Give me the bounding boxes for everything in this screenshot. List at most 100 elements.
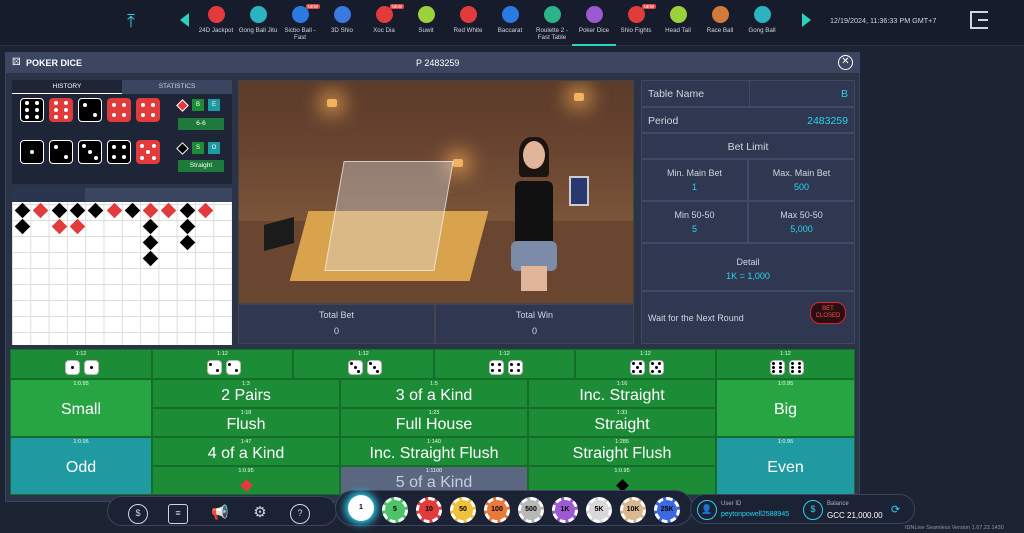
total-bet-label: Total Bet: [318, 310, 355, 320]
game-tab[interactable]: Baccarat: [488, 4, 532, 46]
chip-10K[interactable]: 10K: [620, 497, 646, 523]
exit-icon[interactable]: [970, 11, 988, 29]
history-list-icon[interactable]: ≡: [168, 504, 188, 524]
bet-pair-5[interactable]: 1:12: [575, 349, 716, 379]
total-bet-box: Total Bet 0: [238, 304, 435, 344]
user-id-label: User ID: [721, 501, 742, 507]
chip-5K[interactable]: 5K: [586, 497, 612, 523]
bet-pair-2[interactable]: 1:12: [152, 349, 293, 379]
road-tab[interactable]: [12, 188, 85, 202]
bet-even[interactable]: 1:0.95 Even: [716, 437, 855, 495]
tab-statistics[interactable]: STATISTICS: [122, 80, 232, 94]
bet-four-kind[interactable]: 1:47 4 of a Kind: [152, 437, 340, 466]
game-icon: [501, 6, 519, 23]
die-icon: [366, 360, 382, 375]
black-odds: 1:0.95: [614, 468, 630, 474]
chip-10[interactable]: 10: [416, 497, 442, 523]
game-icon: [585, 6, 603, 23]
black-road-icon: [142, 250, 159, 267]
bet-small[interactable]: 1:0.95 Small: [10, 379, 152, 437]
game-tab[interactable]: 3D Shio: [320, 4, 364, 46]
scroll-top-icon[interactable]: ⤒: [122, 11, 140, 33]
bet-three-kind[interactable]: 1:5 3 of a Kind: [340, 379, 528, 408]
die-icon: [107, 98, 131, 122]
nav-prev-arrow-icon[interactable]: [180, 13, 189, 27]
chip-1[interactable]: 1: [348, 495, 374, 521]
game-tab[interactable]: Gong Ball: [740, 4, 784, 46]
pair-odds: 1:12: [217, 351, 228, 357]
user-id-value: peytonpowell2588945: [721, 511, 790, 518]
help-icon[interactable]: ?: [290, 504, 310, 524]
bottom-menu: $ ≡ 📢 ⚙ ?: [107, 496, 337, 526]
video-sign: [569, 176, 589, 206]
inc-straight-label: Inc. Straight: [579, 387, 665, 404]
bet-inc-straight-flush[interactable]: 1:140 Inc. Straight Flush: [340, 437, 528, 466]
bet-pair-4[interactable]: 1:12: [434, 349, 575, 379]
bet-straight-flush[interactable]: 1:285 Straight Flush: [528, 437, 716, 466]
road-tab[interactable]: [85, 188, 158, 202]
close-icon[interactable]: ✕: [838, 55, 853, 70]
game-tab[interactable]: Sicbo Ball - Fast NEW: [278, 4, 322, 46]
chip-5[interactable]: 5: [382, 497, 408, 523]
black-road-icon: [124, 202, 141, 219]
bet-two-pairs[interactable]: 1:3 2 Pairs: [152, 379, 340, 408]
dealer: [509, 137, 559, 291]
road-tab[interactable]: [158, 188, 231, 202]
bet-flush[interactable]: 1:18 Flush: [152, 408, 340, 437]
badge-odd: O: [208, 142, 220, 154]
total-win-box: Total Win 0: [435, 304, 634, 344]
period-label: Period: [648, 115, 679, 127]
betting-board: 1:0.95 Small 1:3 2 Pairs 1:5 3 of a Kind…: [10, 349, 855, 495]
bet-inc-straight[interactable]: 1:16 Inc. Straight: [528, 379, 716, 408]
bet-pair-3[interactable]: 1:12: [293, 349, 434, 379]
game-label: Gong Ball: [748, 27, 776, 34]
game-tab[interactable]: Head Tail: [656, 4, 700, 46]
die-icon: [206, 360, 222, 375]
game-tab[interactable]: Red White: [446, 4, 490, 46]
game-label: Suwit: [418, 27, 434, 34]
chip-1K[interactable]: 1K: [552, 497, 578, 523]
die-icon: [84, 360, 99, 375]
panel-header: ⚄ POKER DICE P 2483259 ✕: [6, 53, 859, 73]
chip-25K[interactable]: 25K: [654, 497, 680, 523]
game-label: Red White: [453, 27, 483, 34]
gear-icon[interactable]: ⚙: [250, 504, 270, 524]
bet-big[interactable]: 1:0.95 Big: [716, 379, 855, 437]
bet-pair-6[interactable]: 1:12: [716, 349, 855, 379]
bet-full-house[interactable]: 1:23 Full House: [340, 408, 528, 437]
min-5050-cell: Min 50-50 5: [641, 201, 748, 243]
bet-odd[interactable]: 1:0.95 Odd: [10, 437, 152, 495]
chip-100[interactable]: 100: [484, 497, 510, 523]
die-icon: [49, 140, 73, 164]
top-nav-bar: ⤒ 24D Jackpot Gong Ball Jitu Sicbo Ball - …: [0, 0, 1024, 46]
dollar-icon[interactable]: $: [128, 504, 148, 524]
refresh-icon[interactable]: ⟳: [891, 503, 900, 516]
red-road-icon: [33, 202, 49, 219]
game-tab[interactable]: Shio Fights NEW: [614, 4, 658, 46]
badge-big: B: [192, 99, 204, 111]
two-pairs-label: 2 Pairs: [221, 387, 271, 404]
red-road-icon: [161, 202, 177, 219]
game-tab[interactable]: Xoc Dia NEW: [362, 4, 406, 46]
game-tab[interactable]: Race Ball: [698, 4, 742, 46]
bet-pair-1[interactable]: 1:12: [10, 349, 152, 379]
min-main-label: Min. Main Bet: [666, 168, 723, 178]
game-icon: [669, 6, 687, 23]
game-tab[interactable]: Roulette 2 - Fast Table: [530, 4, 574, 46]
tab-history[interactable]: HISTORY: [12, 80, 122, 94]
pair-odds: 1:12: [499, 351, 510, 357]
total-win-label: Total Win: [515, 310, 553, 320]
big-odds: 1:0.95: [777, 381, 794, 387]
chip-50[interactable]: 50: [450, 497, 476, 523]
nav-next-arrow-icon[interactable]: [802, 13, 811, 27]
full-house-label: Full House: [395, 416, 473, 433]
game-tab[interactable]: Suwit: [404, 4, 448, 46]
announcement-icon[interactable]: 📢: [210, 504, 230, 524]
chip-500[interactable]: 500: [518, 497, 544, 523]
bet-straight[interactable]: 1:33 Straight: [528, 408, 716, 437]
balance-value: GCC 21,000.00: [827, 511, 883, 520]
lamp-icon: [327, 99, 337, 107]
game-tab[interactable]: Poker Dice: [572, 4, 616, 46]
game-tab[interactable]: Gong Ball Jitu: [236, 4, 280, 46]
game-tab[interactable]: 24D Jackpot: [194, 4, 238, 46]
